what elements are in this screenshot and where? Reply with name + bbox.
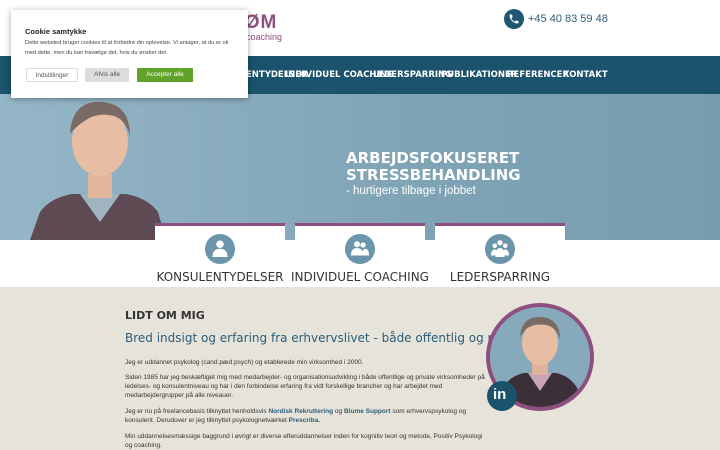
- about-section: LIDT OM MIG Bred indsigt og erfaring fra…: [0, 287, 720, 450]
- hero-title: ARBEJDSFOKUSERET STRESSBEHANDLING: [346, 150, 546, 184]
- link-prescriba[interactable]: Prescriba.: [289, 417, 320, 424]
- hero-banner: ARBEJDSFOKUSERET STRESSBEHANDLING - hurt…: [0, 94, 720, 240]
- services-row: KONSULENTYDELSER INDIVIDUEL COACHING LED…: [0, 223, 720, 287]
- hero-person-image: [30, 101, 166, 240]
- cookie-settings-button[interactable]: Indstillinger: [26, 68, 78, 82]
- service-card-ledersparring[interactable]: LEDERSPARRING: [435, 223, 565, 287]
- logo-subtitle: coaching: [246, 32, 283, 42]
- hero-subtitle: - hurtigere tilbage i jobbet: [346, 185, 476, 197]
- cookie-reject-button[interactable]: Afvis alle: [85, 68, 129, 82]
- about-paragraph-1: Jeg er uddannet psykolog (cand.pæd.psych…: [125, 359, 364, 366]
- person-icon: [205, 234, 235, 264]
- nav-referencer[interactable]: REFERENCER: [507, 56, 569, 94]
- service-label: LEDERSPARRING: [449, 270, 551, 284]
- hero-title-line2: STRESSBEHANDLING: [346, 166, 521, 184]
- linkedin-label: in: [493, 386, 507, 403]
- about-paragraph-4: Min uddannelsesmæssige baggrund i øvrigt…: [125, 433, 483, 449]
- phone-icon: [504, 9, 524, 29]
- nav-publikationer[interactable]: PUBLIKATIONER: [441, 56, 517, 94]
- about-paragraph-3: Jeg er nu på freelancebasis tilknyttet h…: [125, 407, 490, 425]
- about-lead: Bred indsigt og erfaring fra erhvervsliv…: [125, 331, 523, 345]
- team-icon: [485, 234, 515, 264]
- cookie-accept-button[interactable]: Accepter alle: [137, 68, 193, 82]
- cookie-title: Cookie samtykke: [25, 27, 87, 36]
- about-paragraph-2: Siden 1985 har jeg beskæftiget mig med m…: [125, 374, 485, 399]
- cookie-text: Dette websted bruger cookies til at forb…: [25, 40, 229, 56]
- phone-number[interactable]: +45 40 83 59 48: [528, 13, 608, 25]
- linkedin-icon[interactable]: in: [487, 381, 517, 411]
- group-icon: [345, 234, 375, 264]
- p3-start: Jeg er nu på freelancebasis tilknyttet h…: [125, 408, 267, 415]
- about-heading: LIDT OM MIG: [125, 309, 205, 322]
- p3-mid: og: [334, 408, 343, 415]
- nav-kontakt[interactable]: KONTAKT: [563, 56, 608, 94]
- link-blume-support[interactable]: Blume Support: [344, 408, 391, 415]
- cookie-consent-dialog: Cookie samtykke Dette websted bruger coo…: [11, 10, 248, 98]
- hero-title-line1: ARBEJDSFOKUSERET: [346, 149, 520, 167]
- link-nordisk-rekruttering[interactable]: Nordisk Rekruttering: [268, 408, 333, 415]
